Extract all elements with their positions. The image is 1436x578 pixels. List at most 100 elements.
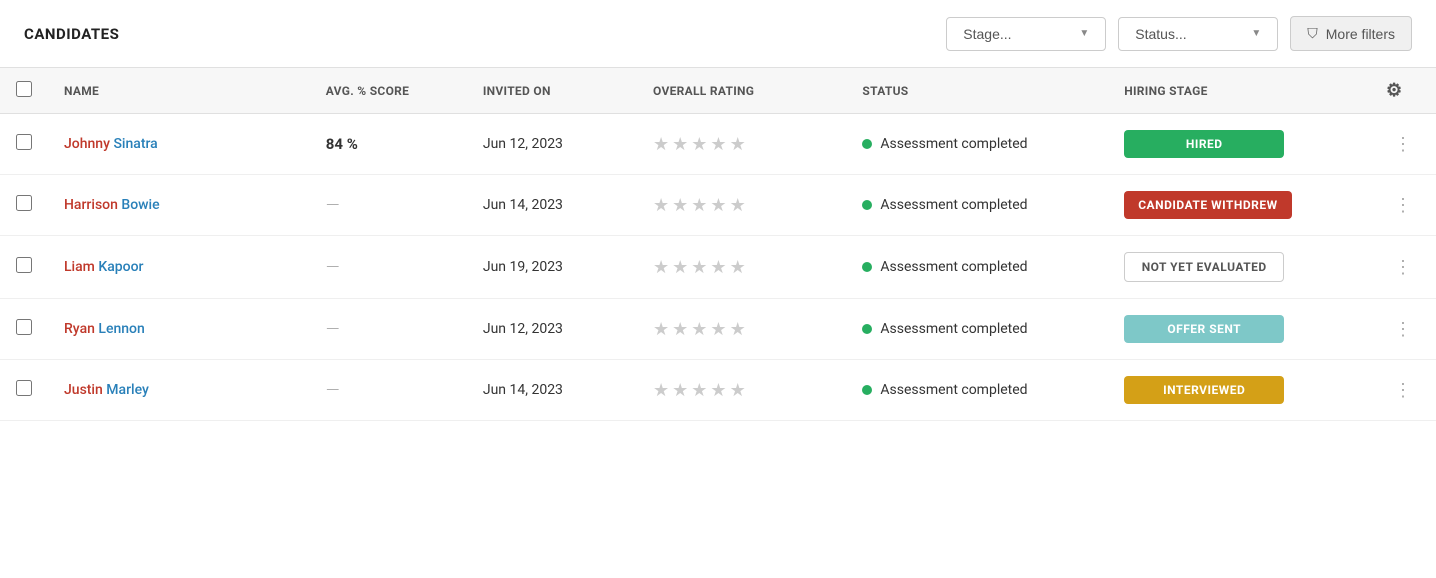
invited-date: Jun 14, 2023 xyxy=(483,382,563,398)
hiring-stage-badge[interactable]: INTERVIEWED xyxy=(1124,376,1284,404)
col-header-name: NAME xyxy=(64,84,99,98)
invited-date: Jun 12, 2023 xyxy=(483,321,563,337)
more-filters-label: More filters xyxy=(1326,26,1395,42)
score-dash: — xyxy=(326,319,340,340)
overall-rating-cell: ★ ★ ★ ★ ★ xyxy=(637,175,846,236)
star-2: ★ xyxy=(672,257,688,278)
status-dot xyxy=(862,385,872,395)
candidate-name-cell: Liam Kapoor xyxy=(48,236,310,299)
star-4: ★ xyxy=(710,134,726,155)
status-text: Assessment completed xyxy=(880,321,1027,337)
avg-score-cell: — xyxy=(310,299,467,360)
score-dash: — xyxy=(326,380,340,401)
row-checkbox-4[interactable] xyxy=(16,380,32,396)
candidate-name-cell: Justin Marley xyxy=(48,360,310,421)
candidates-table: NAME AVG. % SCORE INVITED ON OVERALL RAT… xyxy=(0,67,1436,421)
row-actions-cell: ⋮ xyxy=(1370,114,1436,175)
funnel-icon: ⛉ xyxy=(1307,25,1318,42)
more-options-icon[interactable]: ⋮ xyxy=(1386,315,1420,344)
more-filters-button[interactable]: ⛉ More filters xyxy=(1290,16,1412,51)
star-5: ★ xyxy=(730,134,746,155)
hiring-stage-cell: INTERVIEWED xyxy=(1108,360,1370,421)
status-cell: Assessment completed xyxy=(846,114,1108,175)
status-chevron-icon: ▼ xyxy=(1251,28,1261,39)
candidate-name[interactable]: Ryan Lennon xyxy=(64,321,145,337)
star-rating[interactable]: ★ ★ ★ ★ ★ xyxy=(653,319,830,340)
row-checkbox-3[interactable] xyxy=(16,319,32,335)
star-rating[interactable]: ★ ★ ★ ★ ★ xyxy=(653,380,830,401)
col-header-avg-score: AVG. % SCORE xyxy=(326,84,409,98)
invited-on-cell: Jun 14, 2023 xyxy=(467,360,637,421)
star-3: ★ xyxy=(691,319,707,340)
status-filter-dropdown[interactable]: Status... ▼ xyxy=(1118,17,1278,51)
candidate-name[interactable]: Harrison Bowie xyxy=(64,197,160,213)
star-4: ★ xyxy=(710,319,726,340)
star-5: ★ xyxy=(730,195,746,216)
invited-on-cell: Jun 14, 2023 xyxy=(467,175,637,236)
more-options-icon[interactable]: ⋮ xyxy=(1386,191,1420,220)
star-1: ★ xyxy=(653,319,669,340)
row-actions-cell: ⋮ xyxy=(1370,360,1436,421)
status-text: Assessment completed xyxy=(880,382,1027,398)
candidate-name[interactable]: Liam Kapoor xyxy=(64,259,143,275)
table-row: Harrison Bowie — Jun 14, 2023 ★ ★ ★ ★ ★ … xyxy=(0,175,1436,236)
avg-score-cell: 84 % xyxy=(310,114,467,175)
row-checkbox-1[interactable] xyxy=(16,195,32,211)
overall-rating-cell: ★ ★ ★ ★ ★ xyxy=(637,360,846,421)
row-checkbox-cell xyxy=(0,299,48,360)
status-cell: Assessment completed xyxy=(846,175,1108,236)
stage-filter-dropdown[interactable]: Stage... ▼ xyxy=(946,17,1106,51)
status-dot xyxy=(862,139,872,149)
hiring-stage-badge[interactable]: NOT YET EVALUATED xyxy=(1124,252,1284,282)
hiring-stage-badge[interactable]: OFFER SENT xyxy=(1124,315,1284,343)
table-row: Justin Marley — Jun 14, 2023 ★ ★ ★ ★ ★ A… xyxy=(0,360,1436,421)
star-4: ★ xyxy=(710,195,726,216)
star-5: ★ xyxy=(730,319,746,340)
status-filter-label: Status... xyxy=(1135,26,1186,42)
row-checkbox-0[interactable] xyxy=(16,134,32,150)
row-actions-cell: ⋮ xyxy=(1370,175,1436,236)
star-rating[interactable]: ★ ★ ★ ★ ★ xyxy=(653,134,830,155)
star-3: ★ xyxy=(691,380,707,401)
status-cell: Assessment completed xyxy=(846,299,1108,360)
star-4: ★ xyxy=(710,257,726,278)
candidate-name[interactable]: Johnny Sinatra xyxy=(64,136,158,152)
star-3: ★ xyxy=(691,195,707,216)
more-options-icon[interactable]: ⋮ xyxy=(1386,253,1420,282)
star-1: ★ xyxy=(653,380,669,401)
hiring-stage-badge[interactable]: HIRED xyxy=(1124,130,1284,158)
invited-date: Jun 14, 2023 xyxy=(483,197,563,213)
row-checkbox-cell xyxy=(0,360,48,421)
more-options-icon[interactable]: ⋮ xyxy=(1386,130,1420,159)
star-rating[interactable]: ★ ★ ★ ★ ★ xyxy=(653,195,830,216)
star-5: ★ xyxy=(730,257,746,278)
row-checkbox-2[interactable] xyxy=(16,257,32,273)
star-2: ★ xyxy=(672,380,688,401)
settings-icon[interactable]: ⚙ xyxy=(1386,80,1402,101)
score-value: 84 % xyxy=(326,135,358,153)
stage-filter-label: Stage... xyxy=(963,26,1011,42)
invited-on-cell: Jun 12, 2023 xyxy=(467,299,637,360)
avg-score-cell: — xyxy=(310,236,467,299)
status-text: Assessment completed xyxy=(880,136,1027,152)
star-2: ★ xyxy=(672,134,688,155)
col-header-hiring-stage: HIRING STAGE xyxy=(1124,84,1208,98)
hiring-stage-cell: OFFER SENT xyxy=(1108,299,1370,360)
more-options-icon[interactable]: ⋮ xyxy=(1386,376,1420,405)
status-dot xyxy=(862,262,872,272)
page-title: CANDIDATES xyxy=(24,25,934,43)
col-header-invited-on: INVITED ON xyxy=(483,84,551,98)
candidate-name[interactable]: Justin Marley xyxy=(64,382,149,398)
candidate-name-cell: Ryan Lennon xyxy=(48,299,310,360)
hiring-stage-cell: NOT YET EVALUATED xyxy=(1108,236,1370,299)
overall-rating-cell: ★ ★ ★ ★ ★ xyxy=(637,236,846,299)
star-3: ★ xyxy=(691,257,707,278)
star-1: ★ xyxy=(653,195,669,216)
hiring-stage-badge[interactable]: CANDIDATE WITHDREW xyxy=(1124,191,1291,219)
row-actions-cell: ⋮ xyxy=(1370,299,1436,360)
col-header-status: STATUS xyxy=(862,84,908,98)
status-text: Assessment completed xyxy=(880,259,1027,275)
select-all-checkbox[interactable] xyxy=(16,81,32,97)
star-rating[interactable]: ★ ★ ★ ★ ★ xyxy=(653,257,830,278)
invited-on-cell: Jun 12, 2023 xyxy=(467,114,637,175)
